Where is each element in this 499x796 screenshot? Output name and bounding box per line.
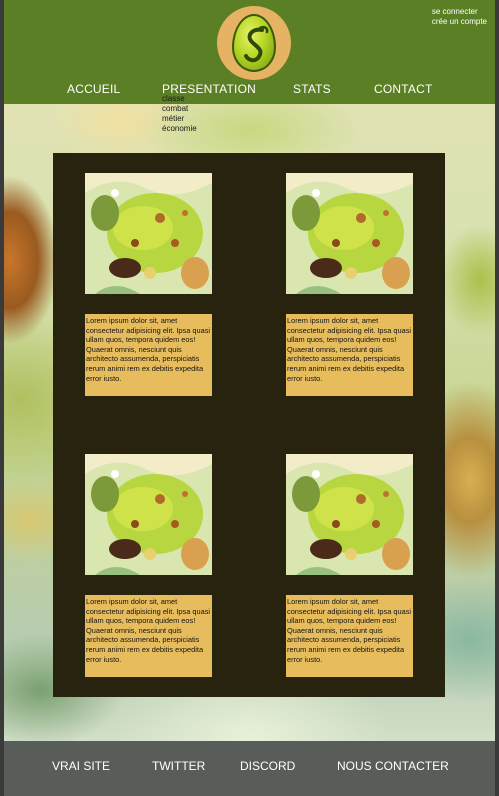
logo[interactable] (217, 6, 291, 80)
register-link[interactable]: crée un compte (432, 17, 487, 27)
card-image-1 (85, 173, 212, 294)
site-header: se connecter crée un compte ACCUEIL PRES… (4, 0, 495, 104)
submenu-item-economie[interactable]: économie (162, 124, 197, 134)
nav-stats[interactable]: STATS (293, 82, 331, 96)
card-image-4 (286, 454, 413, 575)
card-image-2 (286, 173, 413, 294)
map-thumbnail-icon (85, 173, 212, 294)
footer-link-vrai-site[interactable]: VRAI SITE (52, 759, 110, 773)
footer-link-discord[interactable]: DISCORD (240, 759, 295, 773)
account-links: se connecter crée un compte (432, 7, 487, 27)
login-link[interactable]: se connecter (432, 7, 487, 17)
submenu-item-combat[interactable]: combat (162, 104, 197, 114)
submenu-item-metier[interactable]: métier (162, 114, 197, 124)
left-frame-border (0, 0, 4, 796)
site-footer: VRAI SITE TWITTER DISCORD NOUS CONTACTER (4, 741, 495, 796)
card-text-2: Lorem ipsum dolor sit, amet consectetur … (286, 314, 413, 396)
green-egg-logo-icon (232, 14, 276, 72)
card-text-3: Lorem ipsum dolor sit, amet consectetur … (85, 595, 212, 677)
card-text-1: Lorem ipsum dolor sit, amet consectetur … (85, 314, 212, 396)
footer-link-nous-contacter[interactable]: NOUS CONTACTER (337, 759, 449, 773)
card-text-4: Lorem ipsum dolor sit, amet consectetur … (286, 595, 413, 677)
nav-contact[interactable]: CONTACT (374, 82, 433, 96)
card-image-3 (85, 454, 212, 575)
map-thumbnail-icon (286, 173, 413, 294)
map-thumbnail-icon (286, 454, 413, 575)
submenu-item-classe[interactable]: classe (162, 94, 197, 104)
footer-link-twitter[interactable]: TWITTER (152, 759, 205, 773)
right-frame-border (495, 0, 499, 796)
map-thumbnail-icon (85, 454, 212, 575)
presentation-submenu: classe combat métier économie (162, 94, 197, 134)
nav-accueil[interactable]: ACCUEIL (67, 82, 120, 96)
